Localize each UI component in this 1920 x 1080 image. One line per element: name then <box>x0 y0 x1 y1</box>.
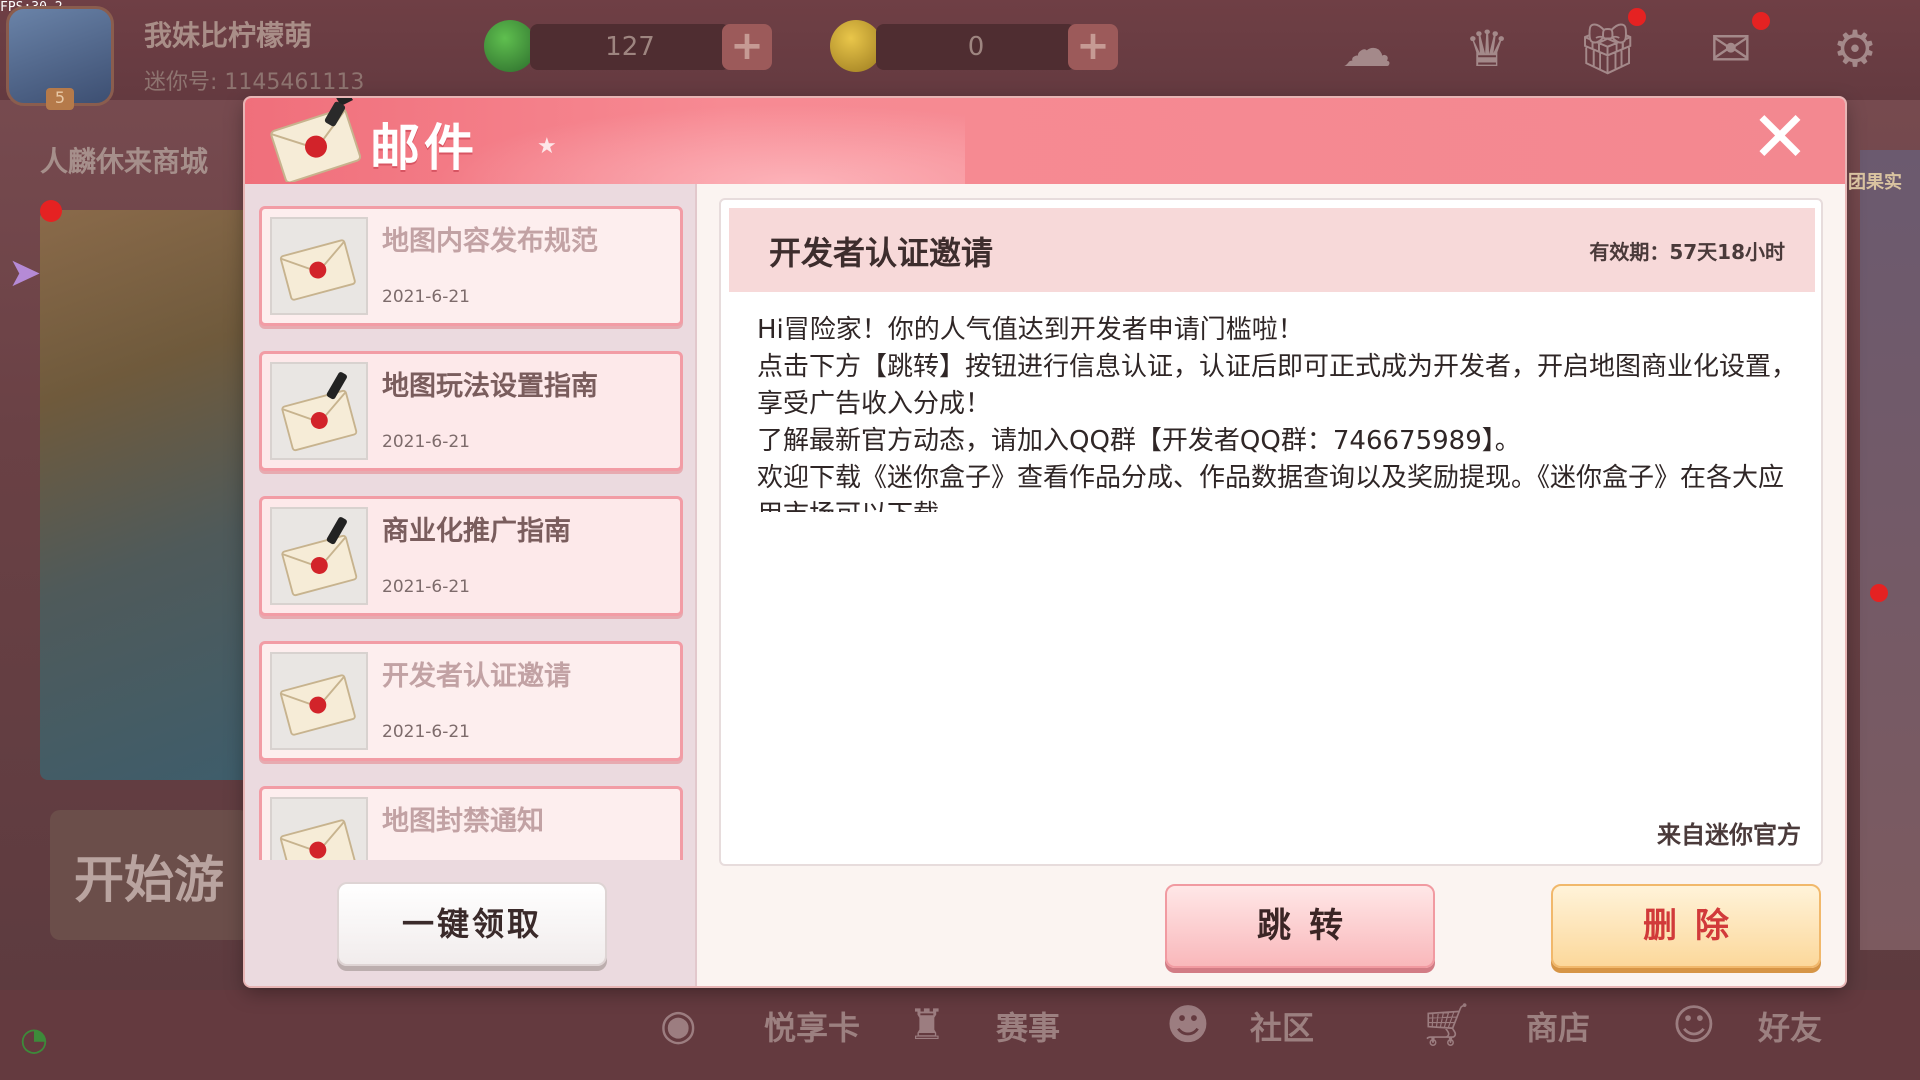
cart-icon: 🛒︎ <box>1420 1000 1474 1049</box>
mail-item-title: 地图内容发布规范 <box>382 226 598 257</box>
mail-list-item[interactable]: 地图内容发布规范 2021-6-21 <box>259 206 683 326</box>
side-expand-arrow-icon[interactable]: ➤ <box>8 250 42 296</box>
mail-sender: 来自迷你官方 <box>1657 821 1801 849</box>
signal-icon: ◔ <box>20 1020 48 1058</box>
person-icon: ☻ <box>1166 1000 1210 1049</box>
mail-body-line: 欢迎下载《迷你盒子》查看作品分成、作品数据查询以及奖励提现。《迷你盒子》在各大应… <box>757 463 1785 512</box>
star-decoration: ★ <box>537 134 557 159</box>
mail-body: Hi冒险家！你的人气值达到开发者申请门槛啦！ 点击下方【跳转】按钮进行信息认证，… <box>757 312 1797 512</box>
mail-list-panel: 地图内容发布规范 2021-6-21 地图玩法设置指南 2021-6-21 商业… <box>245 184 697 986</box>
left-notification-dot <box>40 200 62 222</box>
bottom-nav-shop[interactable]: 商店 <box>1526 1003 1590 1049</box>
expire-label: 有效期： <box>1589 240 1670 264</box>
pig-icon: ◉ <box>660 1000 697 1049</box>
bottom-nav-events[interactable]: 赛事 <box>996 1003 1060 1049</box>
trophy-icon: ♜ <box>908 1000 946 1049</box>
mail-item-title: 开发者认证邀请 <box>382 661 571 692</box>
mail-item-title: 地图封禁通知 <box>382 806 544 837</box>
bean-count: 127 <box>530 24 730 70</box>
mail-detail-panel: 开发者认证邀请 有效期：57天18小时 Hi冒险家！你的人气值达到开发者申请门槛… <box>697 184 1845 986</box>
mail-body-line: Hi冒险家！你的人气值达到开发者申请门槛啦！ <box>757 315 1304 345</box>
gear-icon[interactable]: ⚙ <box>1824 18 1886 80</box>
mail-item-date: 2021-6-21 <box>382 722 470 742</box>
gift-notification-dot <box>1628 8 1646 26</box>
gold-coin-icon <box>830 20 882 72</box>
mail-list-item-selected[interactable]: 开发者认证邀请 2021-6-21 <box>259 641 683 761</box>
jump-button[interactable]: 跳转 <box>1165 884 1435 968</box>
mail-list-item[interactable]: 商业化推广指南 2021-6-21 <box>259 496 683 616</box>
mail-item-date: 2021-6-21 <box>382 432 470 452</box>
right-notification-dot <box>1870 584 1888 602</box>
mail-list-item[interactable]: 地图玩法设置指南 2021-6-21 <box>259 351 683 471</box>
player-level-badge: 5 <box>46 88 74 110</box>
mail-item-date: 2021-6-21 <box>382 287 470 307</box>
mail-header: 邮件 ★ ✕ <box>245 98 1845 184</box>
bottom-nav-community[interactable]: 社区 <box>1250 1003 1314 1049</box>
mail-body-line: 了解最新官方动态，请加入QQ群【开发者QQ群：746675989】。 <box>757 426 1521 456</box>
mail-list[interactable]: 地图内容发布规范 2021-6-21 地图玩法设置指南 2021-6-21 商业… <box>259 198 683 860</box>
mail-dialog: 邮件 ★ ✕ 地图内容发布规范 2021-6-21 地图玩法设置指南 2021-… <box>245 98 1845 986</box>
bottom-nav-card[interactable]: 悦享卡 <box>764 1003 860 1049</box>
player-id: 迷你号: 1145461113 <box>144 70 365 95</box>
bottom-nav-friends[interactable]: 好友 <box>1758 1003 1822 1049</box>
delete-button[interactable]: 删除 <box>1551 884 1821 968</box>
lobby-character-art <box>40 210 260 780</box>
mail-item-title: 地图玩法设置指南 <box>382 371 598 402</box>
envelope-icon <box>270 797 368 860</box>
expire-info: 有效期：57天18小时 <box>1589 236 1785 265</box>
player-name: 我妹比柠檬萌 <box>144 19 313 52</box>
start-game-button[interactable]: 开始游 <box>50 810 250 940</box>
mail-detail-title: 开发者认证邀请 <box>769 234 994 272</box>
mail-title: 邮件 <box>370 119 478 177</box>
envelope-icon <box>270 652 368 750</box>
marquee-text: 人麟休来商城 <box>40 145 209 178</box>
lobby-right-art <box>1860 150 1920 950</box>
mail-item-date: 2021-6-21 <box>382 577 470 597</box>
mail-body-line: 点击下方【跳转】按钮进行信息认证，认证后即可正式成为开发者，开启地图商业化设置，… <box>757 352 1797 419</box>
mail-icon[interactable]: ✉ <box>1700 18 1762 80</box>
coin-count: 0 <box>876 24 1076 70</box>
header-decoration <box>405 98 965 184</box>
mail-content: 开发者认证邀请 有效期：57天18小时 Hi冒险家！你的人气值达到开发者申请门槛… <box>719 198 1823 866</box>
envelope-icon <box>270 507 368 605</box>
green-bean-icon <box>484 20 536 72</box>
expire-value: 57天18小时 <box>1669 240 1785 264</box>
mail-item-title: 商业化推广指南 <box>382 516 571 547</box>
mail-list-item[interactable]: 地图封禁通知 2021-6-21 <box>259 786 683 860</box>
add-coin-button[interactable]: + <box>1068 24 1118 70</box>
bottom-nav-bar <box>0 990 1920 1080</box>
envelope-icon <box>270 217 368 315</box>
mail-notification-dot <box>1752 12 1770 30</box>
close-button[interactable]: ✕ <box>1747 102 1813 172</box>
side-banner-label[interactable]: 团果实 <box>1848 168 1902 194</box>
friend-icon: ☺ <box>1672 1000 1716 1049</box>
envelope-icon <box>270 362 368 460</box>
mail-detail-header: 开发者认证邀请 有效期：57天18小时 <box>729 208 1815 292</box>
envelope-icon <box>267 98 367 184</box>
chat-bubble-icon[interactable]: ☁ <box>1336 18 1398 80</box>
gift-icon[interactable]: 🎁︎ <box>1576 18 1639 80</box>
add-bean-button[interactable]: + <box>722 24 772 70</box>
claim-all-button[interactable]: 一键领取 <box>337 882 607 966</box>
crown-icon[interactable]: ♛ <box>1456 18 1518 80</box>
